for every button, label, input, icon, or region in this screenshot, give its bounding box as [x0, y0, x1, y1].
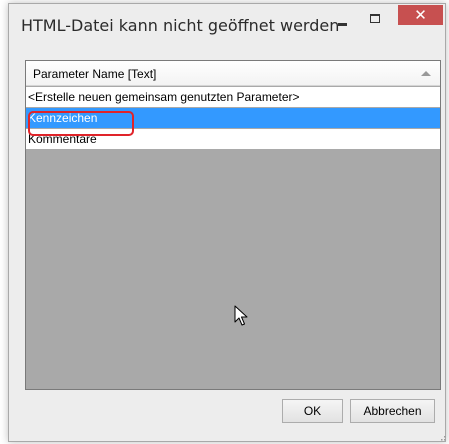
resize-grip-icon[interactable]: [438, 433, 446, 441]
list-item-kennzeichen[interactable]: Kennzeichen: [26, 108, 440, 128]
sort-ascending-icon: [421, 71, 431, 76]
title-bar[interactable]: HTML-Datei kann nicht geöffnet werden ✕: [9, 4, 445, 44]
maximize-icon: [369, 14, 380, 23]
cancel-button[interactable]: Abbrechen: [350, 399, 435, 423]
minimize-icon: [338, 23, 347, 26]
window-title: HTML-Datei kann nicht geöffnet werden: [21, 16, 340, 35]
column-header-label: Parameter Name [Text]: [33, 67, 157, 81]
maximize-button[interactable]: [361, 8, 388, 29]
list-item-new-parameter[interactable]: <Erstelle neuen gemeinsam genutzten Para…: [26, 87, 440, 107]
parameter-list[interactable]: Parameter Name [Text] <Erstelle neuen ge…: [25, 60, 441, 390]
minimize-button[interactable]: [329, 10, 356, 31]
close-icon: ✕: [414, 6, 427, 24]
ok-button[interactable]: OK: [282, 399, 343, 423]
arrow-cursor-icon: [234, 305, 248, 326]
close-button[interactable]: ✕: [398, 5, 443, 25]
column-header[interactable]: Parameter Name [Text]: [26, 61, 440, 86]
list-item-kommentare[interactable]: Kommentare: [26, 129, 440, 149]
